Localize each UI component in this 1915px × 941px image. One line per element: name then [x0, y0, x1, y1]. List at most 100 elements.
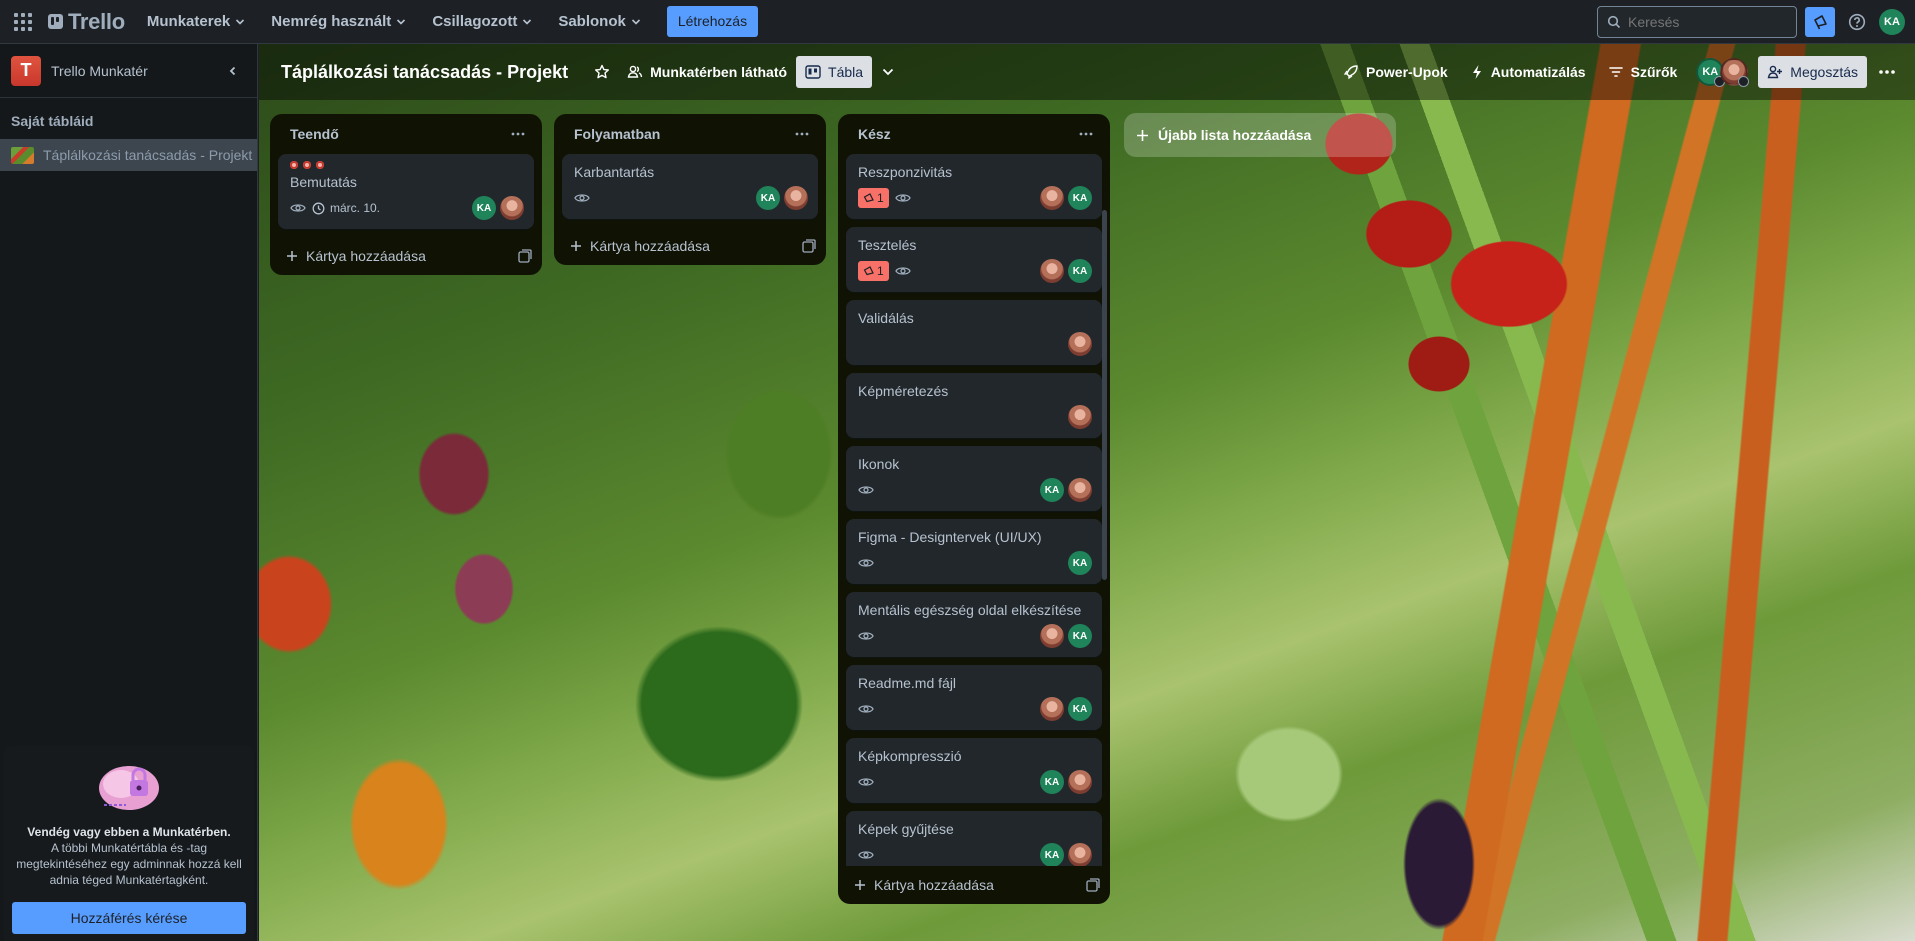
template-icon[interactable]: [518, 249, 532, 263]
card-badges: KA: [858, 476, 1092, 504]
label-dot: [303, 161, 311, 169]
card-badges: KA: [858, 841, 1092, 866]
member-avatar[interactable]: KA: [1068, 259, 1092, 283]
board-members[interactable]: KA: [1696, 58, 1750, 87]
member-avatar-photo[interactable]: [1068, 843, 1092, 866]
member-avatar[interactable]: KA: [1040, 770, 1064, 794]
template-icon[interactable]: [1086, 878, 1100, 892]
star-board-button[interactable]: [586, 56, 618, 88]
list-scrollbar[interactable]: [1102, 210, 1107, 580]
template-icon[interactable]: [802, 239, 816, 253]
board-menu-button[interactable]: [1871, 56, 1903, 88]
member-avatar[interactable]: KA: [1068, 624, 1092, 648]
card[interactable]: Karbantartás KA: [562, 154, 818, 219]
member-avatar-photo[interactable]: [1040, 259, 1064, 283]
view-switcher-button[interactable]: [872, 56, 904, 88]
member-avatar[interactable]: KA: [1040, 478, 1064, 502]
list-title[interactable]: Kész: [858, 126, 891, 142]
list-actions-button[interactable]: [504, 120, 532, 148]
card[interactable]: Tesztelés 1 KA: [846, 227, 1102, 292]
collapse-sidebar-button[interactable]: [221, 59, 245, 83]
add-card-button[interactable]: Kártya hozzáadása: [270, 237, 542, 275]
member-avatar-photo[interactable]: [1068, 478, 1092, 502]
card-members: KA: [472, 196, 524, 220]
checklist-badge: 1: [858, 188, 889, 208]
member-avatar-photo[interactable]: [1040, 186, 1064, 210]
member-avatar-photo[interactable]: [500, 196, 524, 220]
user-avatar[interactable]: KA: [1879, 8, 1905, 35]
member-avatar[interactable]: KA: [1068, 551, 1092, 575]
eye-icon: [858, 851, 874, 859]
add-list-button[interactable]: Újabb lista hozzáadása: [1124, 113, 1396, 157]
menu-starred[interactable]: Csillagozott: [432, 13, 532, 30]
card[interactable]: Readme.md fájl KA: [846, 665, 1102, 730]
card[interactable]: Képméretezés: [846, 373, 1102, 438]
member-avatar[interactable]: KA: [756, 186, 780, 210]
card[interactable]: Figma - Designtervek (UI/UX) KA: [846, 519, 1102, 584]
guest-notice-text: A többi Munkatértábla és -tag megtekinté…: [16, 841, 242, 887]
list-actions-button[interactable]: [1072, 120, 1100, 148]
list-header[interactable]: Folyamatban: [554, 114, 826, 154]
card[interactable]: Képkompresszió KA: [846, 738, 1102, 803]
create-button[interactable]: Létrehozás: [666, 6, 759, 37]
menu-workspaces[interactable]: Munkaterek: [147, 13, 245, 30]
request-access-button[interactable]: Hozzáférés kérése: [12, 902, 246, 934]
workspace-name[interactable]: Trello Munkatér: [51, 63, 148, 79]
member-avatar[interactable]: KA: [1068, 697, 1092, 721]
sidebar: T Trello Munkatér Saját tábláid Táplálko…: [0, 44, 258, 941]
help-button[interactable]: [1843, 8, 1871, 36]
member-avatar-photo[interactable]: [1040, 624, 1064, 648]
list-actions-button[interactable]: [788, 120, 816, 148]
filters-button[interactable]: Szűrők: [1599, 56, 1687, 88]
card[interactable]: Képek gyűjtése KA: [846, 811, 1102, 866]
megaphone-icon: [1814, 14, 1827, 29]
card-badges: 1 KA: [858, 257, 1092, 285]
member-avatar-photo[interactable]: [784, 186, 808, 210]
member-avatar[interactable]: KA: [1040, 843, 1064, 866]
lightning-icon: [1472, 65, 1481, 79]
add-card-button[interactable]: Kártya hozzáadása: [554, 227, 826, 265]
powerups-label: Power-Upok: [1366, 64, 1448, 80]
list-cards-scroll[interactable]: Reszponzivitás 1 KA Tesztelés 1 KA Valid…: [838, 154, 1110, 866]
card[interactable]: Mentális egészség oldal elkészítése KA: [846, 592, 1102, 657]
menu-templates[interactable]: Sablonok: [558, 13, 641, 30]
member-avatar-photo[interactable]: [1068, 770, 1092, 794]
powerups-button[interactable]: Power-Upok: [1334, 56, 1457, 88]
due-date-badge[interactable]: márc. 10.: [312, 201, 380, 215]
app-switcher-icon[interactable]: [12, 11, 34, 33]
trello-logo[interactable]: Trello: [48, 9, 125, 35]
search-input[interactable]: [1628, 13, 1778, 30]
list-header[interactable]: Teendő: [270, 114, 542, 154]
card[interactable]: Reszponzivitás 1 KA: [846, 154, 1102, 219]
menu-recent[interactable]: Nemrég használt: [271, 13, 406, 30]
card[interactable]: Validálás: [846, 300, 1102, 365]
card-title: Figma - Designtervek (UI/UX): [858, 529, 1042, 545]
share-button[interactable]: Megosztás: [1758, 56, 1867, 88]
card-badges: KA: [858, 549, 1092, 577]
list-in-progress: Folyamatban Karbantartás KA Kártya hozzá…: [554, 114, 826, 265]
megaphone-icon: [863, 192, 874, 202]
top-navigation: Trello Munkaterek Nemrég használt Csilla…: [0, 0, 1915, 44]
card-labels[interactable]: [290, 161, 524, 169]
list-done: Kész Reszponzivitás 1 KA Tesztelés 1 KA …: [838, 114, 1110, 904]
notifications-button[interactable]: [1805, 6, 1835, 37]
card[interactable]: Ikonok KA: [846, 446, 1102, 511]
sidebar-item-board[interactable]: Táplálkozási tanácsadás - Projekt: [0, 139, 257, 171]
member-avatar-photo[interactable]: [1068, 332, 1092, 356]
search-box[interactable]: [1597, 5, 1797, 38]
member-avatar[interactable]: KA: [472, 196, 496, 220]
board-view-button[interactable]: Tábla: [796, 56, 873, 88]
list-header[interactable]: Kész: [838, 114, 1110, 154]
member-avatar-photo[interactable]: [1040, 697, 1064, 721]
board-title[interactable]: Táplálkozási tanácsadás - Projekt: [281, 62, 568, 83]
add-card-button[interactable]: Kártya hozzáadása: [838, 866, 1110, 904]
list-title[interactable]: Folyamatban: [574, 126, 660, 142]
rocket-icon: [1343, 65, 1358, 80]
list-title[interactable]: Teendő: [290, 126, 339, 142]
member-avatar-photo[interactable]: [1720, 58, 1750, 87]
card[interactable]: Bemutatás márc. 10. KA: [278, 154, 534, 229]
visibility-button[interactable]: Munkatérben látható: [618, 56, 796, 88]
automation-button[interactable]: Automatizálás: [1461, 56, 1595, 88]
member-avatar[interactable]: KA: [1068, 186, 1092, 210]
member-avatar-photo[interactable]: [1068, 405, 1092, 429]
